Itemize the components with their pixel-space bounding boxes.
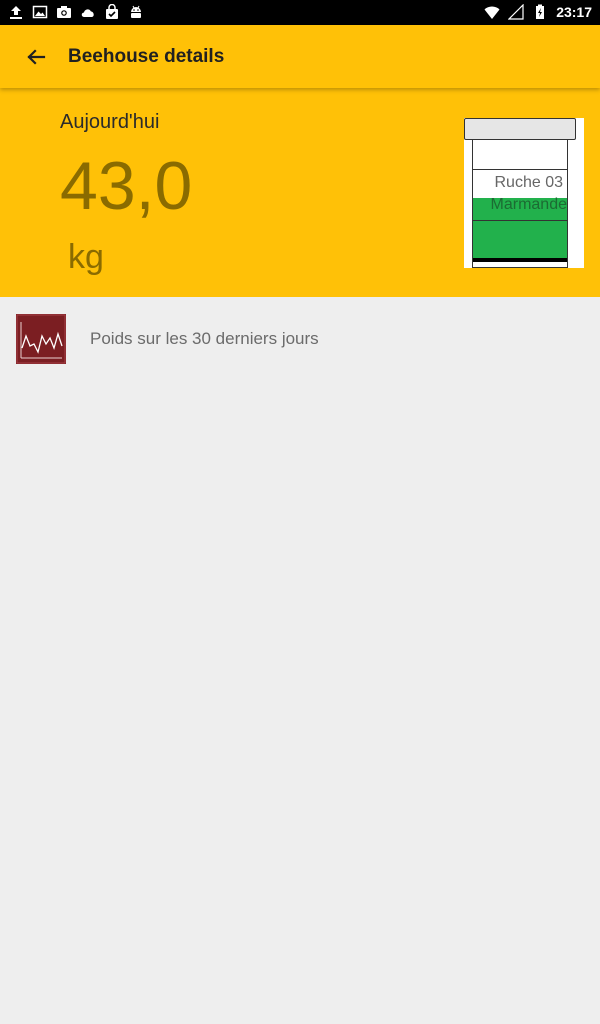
- camera-icon: [57, 6, 71, 18]
- list-item-label: Poids sur les 30 derniers jours: [90, 329, 319, 348]
- hive-body: Ruche 03 Marmande: [472, 139, 568, 268]
- battery-charging-icon: [536, 4, 545, 19]
- upload-icon: [10, 6, 22, 19]
- wifi-icon: [484, 6, 500, 19]
- status-bar: 23:17: [0, 0, 600, 25]
- android-icon: [131, 5, 141, 18]
- weight-unit: kg: [68, 238, 104, 276]
- image-icon: [32, 5, 48, 19]
- weight-value: 43,0: [60, 148, 193, 224]
- page-title: Beehouse details: [68, 46, 225, 67]
- hive-roof: [464, 118, 576, 140]
- hive-base: [473, 258, 567, 262]
- arrow-back-icon[interactable]: [22, 43, 50, 71]
- weight-summary-panel: Aujourd'hui 43,0 kg Ruche 03 Marmande: [0, 88, 600, 297]
- app-bar: Beehouse details: [0, 25, 600, 88]
- shopping-bag-icon: [106, 4, 118, 19]
- signal-icon: [508, 4, 524, 20]
- cloud-icon: [81, 9, 94, 17]
- status-bar-system: 23:17: [484, 3, 592, 21]
- hive-fill-lower: [473, 221, 567, 258]
- hive-name: Ruche 03: [494, 174, 564, 191]
- list-item-weight-history[interactable]: Poids sur les 30 derniers jours: [0, 297, 600, 381]
- hive-location: Marmande: [490, 196, 567, 213]
- hive-divider: [473, 169, 567, 170]
- hive-illustration: Ruche 03 Marmande: [464, 118, 584, 268]
- today-label: Aujourd'hui: [60, 111, 160, 133]
- line-chart-icon: [16, 314, 66, 364]
- status-bar-notifications: [8, 4, 144, 20]
- clock: 23:17: [556, 4, 592, 20]
